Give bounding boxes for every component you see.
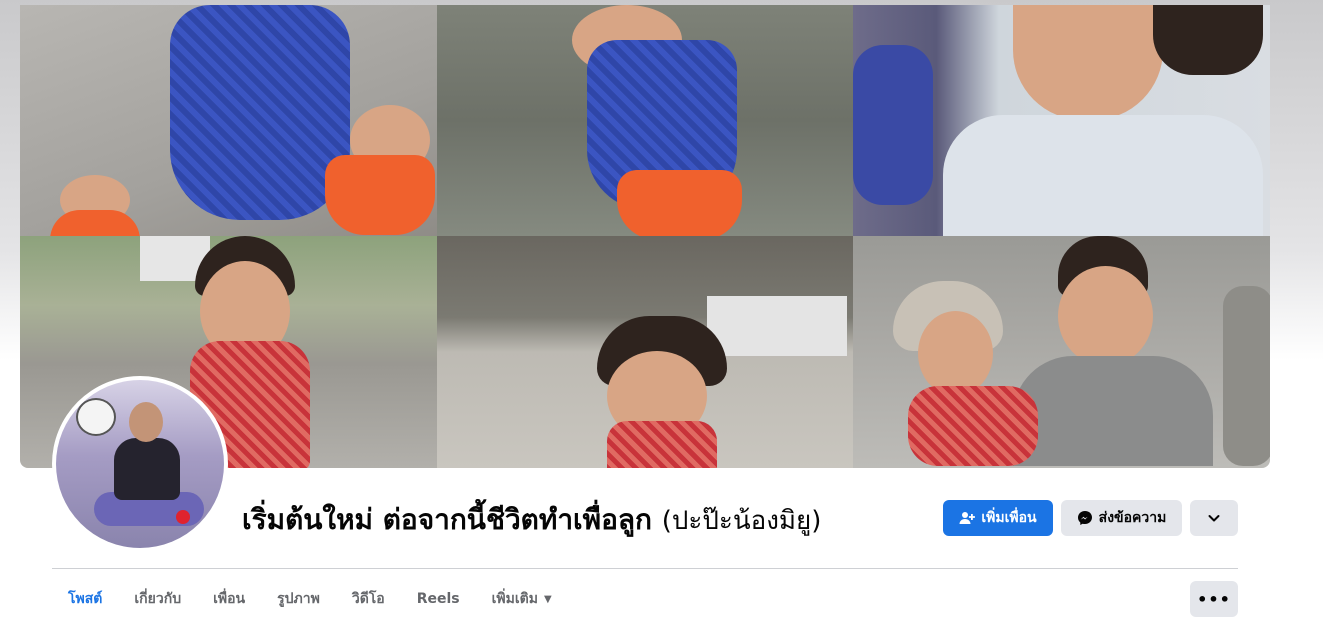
cover-photo-2 — [437, 5, 853, 236]
tab-reels[interactable]: Reels — [401, 580, 476, 618]
divider — [52, 568, 1238, 569]
tab-posts[interactable]: โพสต์ — [52, 580, 118, 618]
tab-friends[interactable]: เพื่อน — [197, 580, 261, 618]
profile-options-dropdown[interactable] — [1190, 500, 1238, 536]
cover-photo-6 — [853, 236, 1270, 468]
messenger-icon — [1077, 510, 1093, 526]
profile-page: เริ่มต้นใหม่ ต่อจากนี้ชีวิตทำเพื่อลูก (ป… — [0, 0, 1323, 623]
cover-photo-5 — [437, 236, 853, 468]
tab-more[interactable]: เพิ่มเติม ▼ — [476, 580, 568, 618]
tab-photos[interactable]: รูปภาพ — [261, 580, 336, 618]
caret-down-icon: ▼ — [543, 593, 552, 605]
tab-label: วิดีโอ — [351, 591, 385, 607]
avatar-image — [56, 380, 224, 548]
profile-tabs: โพสต์ เกี่ยวกับ เพื่อน รูปภาพ วิดีโอ Ree… — [52, 580, 568, 618]
tab-label: Reels — [416, 591, 460, 607]
cover-photo-1 — [20, 5, 437, 236]
profile-name: เริ่มต้นใหม่ ต่อจากนี้ชีวิตทำเพื่อลูก (ป… — [242, 498, 821, 542]
cover-photo-collage[interactable] — [20, 5, 1270, 468]
tab-label: เพื่อน — [213, 591, 246, 607]
tab-label: โพสต์ — [68, 591, 103, 607]
tab-label: เกี่ยวกับ — [134, 591, 182, 607]
cover-photo-3 — [853, 5, 1270, 236]
person-plus-icon — [959, 510, 976, 526]
tab-label: รูปภาพ — [277, 591, 320, 607]
add-friend-label: เพิ่มเพื่อน — [981, 510, 1037, 526]
message-button[interactable]: ส่งข้อความ — [1061, 500, 1182, 536]
message-label: ส่งข้อความ — [1098, 510, 1167, 526]
sticker-image — [76, 398, 116, 436]
profile-avatar[interactable] — [52, 376, 228, 552]
more-options-button[interactable]: ••• — [1190, 581, 1238, 617]
profile-name-text: เริ่มต้นใหม่ ต่อจากนี้ชีวิตทำเพื่อลูก — [242, 503, 652, 536]
add-friend-button[interactable]: เพิ่มเพื่อน — [943, 500, 1053, 536]
tab-about[interactable]: เกี่ยวกับ — [118, 580, 197, 618]
tab-label: เพิ่มเติม — [491, 591, 538, 607]
tab-videos[interactable]: วิดีโอ — [336, 580, 401, 618]
ellipsis-icon: ••• — [1197, 589, 1231, 609]
chevron-down-icon — [1206, 510, 1222, 526]
profile-nickname: (ปะป๊ะน้องมิยู) — [661, 506, 822, 536]
